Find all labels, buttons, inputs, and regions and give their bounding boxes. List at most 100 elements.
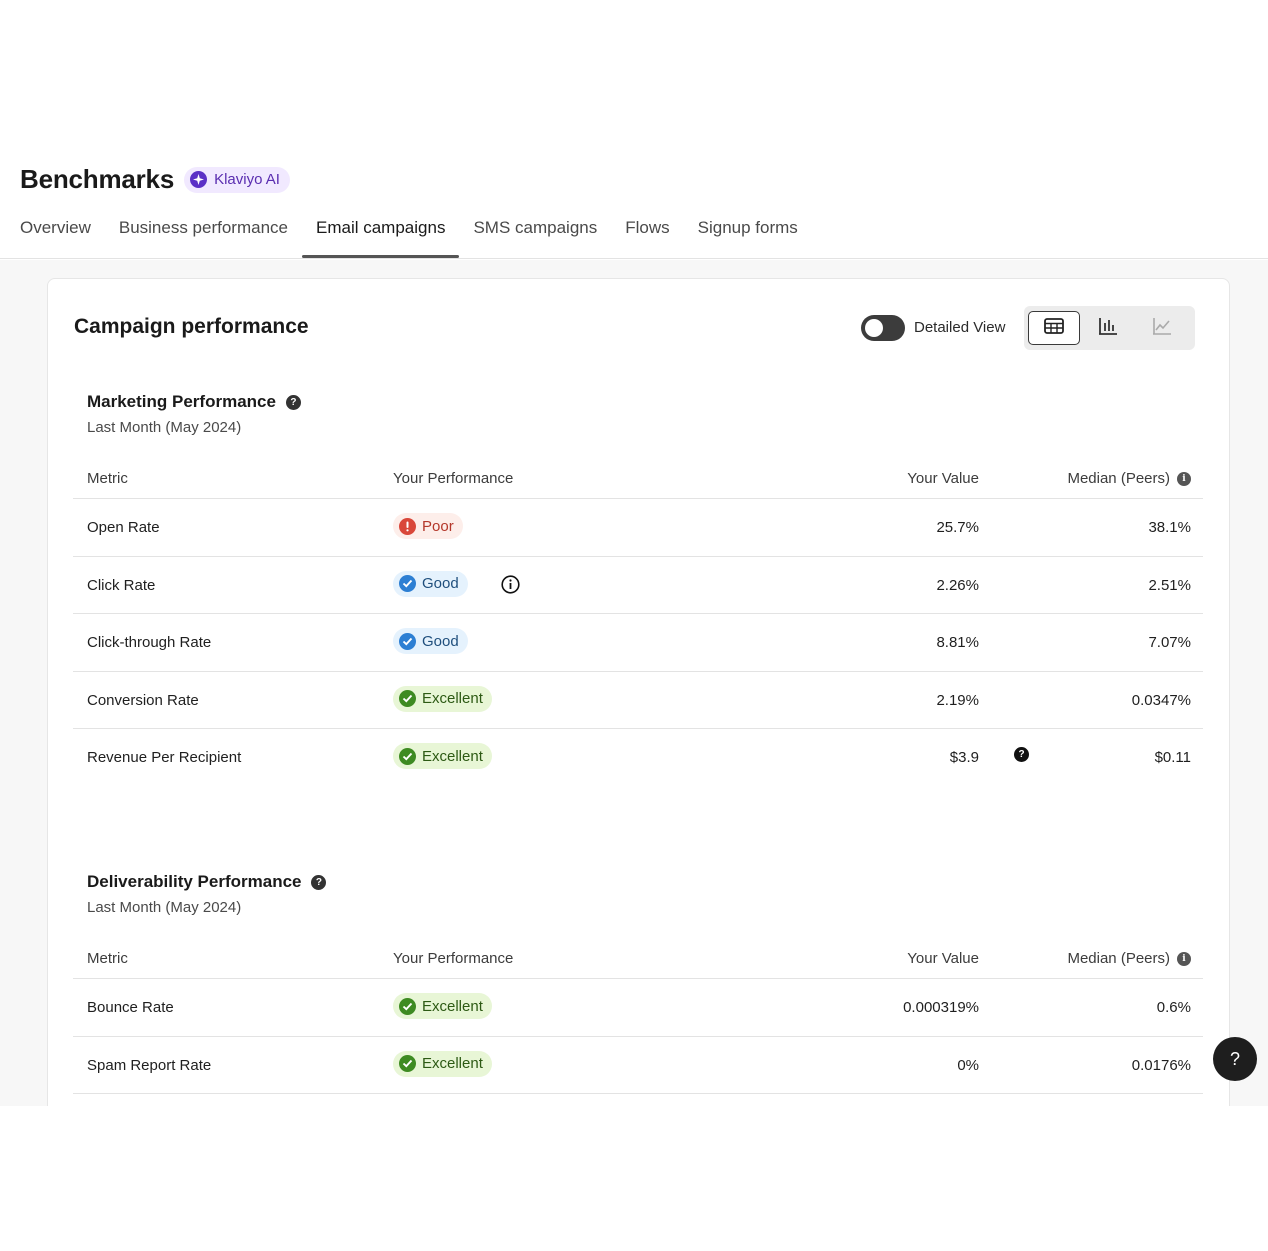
section-title-text: Deliverability Performance [87, 872, 302, 891]
toggle-knob [865, 319, 883, 337]
your-value: 2.26% [936, 576, 979, 594]
table-row: Spam Report Rate Excellent 0% 0.0176% [73, 1037, 1203, 1094]
rating-label: Excellent [422, 690, 483, 707]
rating-badge-good: Good [393, 570, 468, 597]
median-value: 7.07% [1148, 634, 1191, 651]
info-icon[interactable]: i [1177, 471, 1191, 486]
median-value: 2.51% [1148, 576, 1191, 594]
line-chart-view-button[interactable] [1136, 311, 1188, 345]
deliverability-period: Last Month (May 2024) [87, 899, 242, 916]
rating-label: Good [422, 632, 459, 650]
deliverability-table: Metric Your Performance Your Value Media… [73, 939, 1203, 1094]
col-header-metric: Metric [87, 470, 128, 487]
table-view-button[interactable] [1028, 311, 1080, 345]
metric-name: Click Rate [87, 576, 156, 594]
campaign-performance-card: Campaign performance Detailed View Marke… [47, 278, 1230, 1106]
col-header-value: Your Value [907, 470, 979, 487]
col-header-performance: Your Performance [393, 950, 514, 967]
table-row: Bounce Rate Excellent 0.000319% 0.6% [73, 979, 1203, 1037]
rating-label: Good [422, 575, 459, 592]
metric-name: Revenue Per Recipient [87, 749, 242, 766]
check-icon [399, 690, 416, 707]
median-value: 0.0176% [1131, 1056, 1191, 1074]
detailed-view-label: Detailed View [914, 319, 1006, 336]
marketing-performance-title: Marketing Performance ? [87, 392, 301, 412]
klaviyo-ai-badge[interactable]: Klaviyo AI [184, 166, 290, 193]
your-value: 0% [957, 1056, 979, 1074]
page-title: Benchmarks [20, 164, 175, 194]
col-header-metric: Metric [87, 950, 128, 967]
help-icon[interactable]: ? [1014, 747, 1029, 762]
your-value: 0.000319% [903, 999, 979, 1016]
rating-label: Excellent [422, 997, 483, 1015]
check-icon [399, 575, 416, 592]
rating-label: Poor [422, 517, 454, 535]
rating-badge-good: Good [393, 628, 468, 654]
table-row: Revenue Per Recipient Excellent $3.9 ? $… [73, 729, 1203, 787]
alert-icon [399, 517, 416, 535]
col-header-median: Median (Peers) i [1067, 950, 1191, 967]
detailed-view-toggle[interactable] [861, 315, 905, 341]
check-icon [399, 632, 416, 650]
metric-name: Click-through Rate [87, 634, 212, 651]
tab-email-campaigns[interactable]: Email campaigns [302, 214, 460, 258]
check-icon [399, 997, 416, 1015]
metric-name: Open Rate [87, 519, 160, 536]
ai-badge-label: Klaviyo AI [214, 171, 280, 188]
metric-name: Conversion Rate [87, 691, 199, 709]
median-value: 38.1% [1148, 519, 1191, 536]
info-icon[interactable]: i [1177, 951, 1191, 966]
rating-label: Excellent [422, 1055, 483, 1072]
tab-sms-campaigns[interactable]: SMS campaigns [459, 214, 611, 258]
deliverability-performance-title: Deliverability Performance ? [87, 872, 327, 892]
rating-label: Excellent [422, 747, 483, 765]
metric-name: Bounce Rate [87, 999, 174, 1016]
card-title: Campaign performance [74, 315, 309, 338]
rating-badge-excellent: Excellent [393, 743, 492, 769]
info-outline-icon[interactable] [501, 574, 520, 594]
bar-chart-icon [1098, 317, 1118, 340]
median-value: 0.0347% [1131, 691, 1191, 709]
median-label: Median (Peers) [1067, 470, 1170, 487]
check-icon [399, 747, 416, 765]
page-header: Benchmarks Klaviyo AI Overview Business … [0, 160, 1268, 259]
section-title-text: Marketing Performance [87, 392, 276, 411]
tab-signup-forms[interactable]: Signup forms [684, 214, 812, 258]
your-value: 25.7% [936, 519, 979, 536]
help-icon[interactable]: ? [285, 394, 301, 410]
marketing-period: Last Month (May 2024) [87, 419, 242, 436]
median-value: $0.11 [1154, 749, 1191, 766]
view-switcher [1024, 306, 1195, 350]
table-row: Click Rate Good 2.26% 2.51% [73, 557, 1203, 614]
line-chart-icon [1152, 317, 1172, 340]
sparkle-icon [190, 171, 208, 188]
check-icon [399, 1055, 416, 1072]
your-value: $3.9 [949, 749, 979, 766]
help-button[interactable]: ? [1213, 1037, 1257, 1081]
rating-badge-excellent: Excellent [393, 1050, 492, 1077]
table-row: Open Rate Poor 25.7% 38.1% [73, 499, 1203, 557]
table-row: Conversion Rate Excellent 2.19% 0.0347% [73, 672, 1203, 729]
benchmark-tabs: Overview Business performance Email camp… [0, 214, 812, 258]
tab-flows[interactable]: Flows [611, 214, 683, 258]
median-label: Median (Peers) [1067, 950, 1170, 967]
bar-chart-view-button[interactable] [1082, 311, 1134, 345]
metric-name: Spam Report Rate [87, 1056, 212, 1074]
marketing-table: Metric Your Performance Your Value Media… [73, 459, 1203, 787]
table-row: Click-through Rate Good 8.81% 7.07% [73, 614, 1203, 672]
median-value: 0.6% [1156, 999, 1191, 1016]
content-area: Campaign performance Detailed View Marke… [0, 260, 1268, 1106]
col-header-median: Median (Peers) i [1067, 470, 1191, 487]
rating-badge-excellent: Excellent [393, 685, 492, 712]
tab-business-performance[interactable]: Business performance [105, 214, 302, 258]
rating-badge-excellent: Excellent [393, 993, 492, 1019]
your-value: 8.81% [936, 634, 979, 651]
rating-badge-poor: Poor [393, 513, 463, 539]
tab-overview[interactable]: Overview [0, 214, 105, 258]
table-header: Metric Your Performance Your Value Media… [73, 939, 1203, 979]
col-header-performance: Your Performance [393, 470, 514, 487]
help-icon[interactable]: ? [311, 874, 327, 890]
table-header: Metric Your Performance Your Value Media… [73, 459, 1203, 499]
table-icon [1044, 317, 1064, 339]
col-header-value: Your Value [907, 950, 979, 967]
